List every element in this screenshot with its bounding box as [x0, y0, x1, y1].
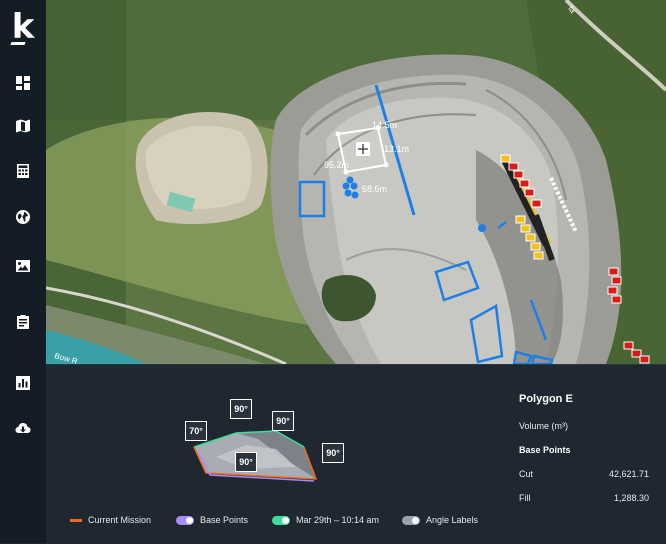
date-toggle[interactable] — [272, 515, 290, 525]
fill-row: Fill 1,288.30 — [519, 493, 649, 503]
calculator-icon — [17, 164, 29, 178]
current-mission-swatch — [70, 518, 82, 522]
angle-label-4[interactable]: 90° — [235, 452, 257, 472]
angle-label-1[interactable]: 70° — [185, 421, 207, 441]
report-icon — [17, 315, 29, 329]
chart-icon — [16, 376, 30, 390]
fill-value: 1,288.30 — [613, 493, 649, 503]
sidebar-item-calculator[interactable] — [8, 158, 38, 184]
legend-angle-labels[interactable]: Angle Labels — [402, 515, 478, 525]
legend-date-label: Mar 29th – 10:14 am — [296, 515, 380, 525]
cut-label: Cut — [519, 469, 534, 479]
map-canvas[interactable]: 14.5m 13.1m 95.2m 68.6m Bow R ta — [46, 0, 666, 364]
legend-base-points-label: Base Points — [200, 515, 249, 525]
volume-label: Volume (m³) — [519, 421, 569, 431]
sidebar-item-download[interactable] — [8, 415, 38, 441]
base-points-toggle[interactable] — [176, 515, 194, 525]
sidebar-item-reports[interactable] — [8, 309, 38, 335]
sidebar-item-dashboard[interactable] — [8, 70, 38, 96]
globe-icon — [16, 210, 30, 224]
legend-current-mission[interactable]: Current Mission — [70, 515, 151, 525]
legend-date[interactable]: Mar 29th – 10:14 am — [272, 515, 379, 525]
logo-underline — [10, 42, 26, 45]
cut-row: Cut 42,621.71 — [519, 469, 649, 479]
fill-label: Fill — [519, 493, 531, 503]
sidebar-item-map[interactable] — [8, 113, 38, 139]
measure-label-left: 95.2m — [324, 160, 349, 170]
sidebar: k — [0, 0, 46, 543]
location-pin[interactable] — [478, 224, 486, 232]
angle-label-5[interactable]: 90° — [322, 443, 344, 463]
cut-value: 42,621.71 — [608, 469, 649, 479]
measure-label-right: 13.1m — [384, 144, 409, 154]
sidebar-item-globe[interactable] — [8, 204, 38, 230]
base-points-heading: Base Points — [519, 445, 571, 455]
sidebar-item-analytics[interactable] — [8, 370, 38, 396]
angle-label-3[interactable]: 90° — [272, 411, 294, 431]
legend-current-mission-label: Current Mission — [88, 515, 152, 525]
map-icon — [16, 119, 30, 133]
angle-label-2[interactable]: 90° — [230, 399, 252, 419]
analysis-panel: 70° 90° 90° 90° 90° Polygon E Volume (m³… — [46, 364, 666, 544]
measure-label-bottom: 68.6m — [362, 184, 387, 194]
logo-letter: k — [11, 7, 35, 47]
angle-labels-toggle[interactable] — [402, 515, 420, 525]
polygon-title: Polygon E — [519, 393, 573, 405]
image-icon — [16, 260, 30, 272]
cloud-download-icon — [15, 423, 31, 433]
dashboard-icon — [16, 76, 30, 90]
sidebar-item-images[interactable] — [8, 253, 38, 279]
legend-angle-labels-label: Angle Labels — [426, 515, 479, 525]
map-view[interactable]: 14.5m 13.1m 95.2m 68.6m Bow R ta — [46, 0, 666, 364]
measure-label-top: 14.5m — [372, 120, 397, 130]
legend-base-points[interactable]: Base Points — [176, 515, 248, 525]
